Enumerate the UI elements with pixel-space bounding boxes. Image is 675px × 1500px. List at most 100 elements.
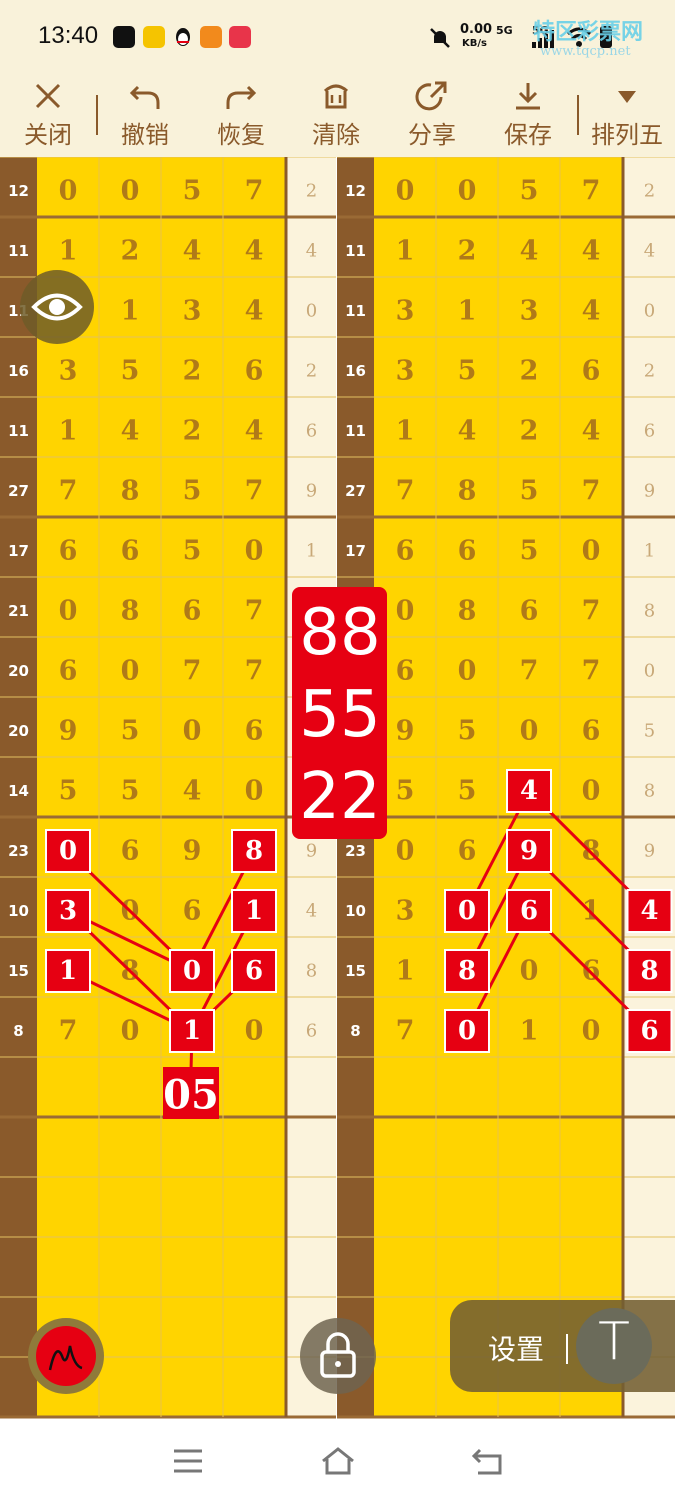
eye-toggle-button[interactable] (20, 270, 94, 344)
pen-scribble-icon (48, 1345, 83, 1371)
row-sum-label: 17 (8, 542, 29, 560)
digit-cell: 5 (458, 716, 477, 747)
fifth-digit-cell: 4 (306, 241, 317, 262)
row-sum-label: 27 (345, 482, 366, 500)
eye-icon (31, 293, 83, 321)
share-button[interactable]: 分享 (392, 79, 472, 150)
digit-cell: 1 (59, 236, 78, 267)
net-unit: KB/s (462, 38, 487, 49)
digit-cell: 4 (520, 236, 539, 267)
download-icon (516, 83, 540, 110)
digit-cell: 4 (183, 776, 202, 807)
row-sum-label: 11 (345, 302, 366, 320)
digit-cell: 6 (59, 536, 78, 567)
digit-cell: 4 (582, 416, 601, 447)
clear-button[interactable]: 清除 (296, 79, 376, 150)
close-button[interactable]: 关闭 (8, 79, 88, 150)
digit-cell: 6 (458, 836, 477, 867)
redo-label: 恢复 (217, 121, 265, 149)
share-label: 分享 (408, 121, 456, 149)
fifth-digit-cell: 4 (644, 241, 655, 262)
digit-cell: 6 (582, 716, 601, 747)
row-sum-label: 10 (8, 902, 29, 920)
row-sum-label: 11 (345, 422, 366, 440)
digit-cell: 0 (121, 176, 140, 207)
row-sum-label: 11 (8, 422, 29, 440)
digit-cell: 7 (245, 656, 264, 687)
digit-cell: 4 (245, 296, 264, 327)
marked-digit: 6 (520, 896, 538, 926)
digit-cell: 6 (458, 536, 477, 567)
row-sum-label: 8 (13, 1022, 23, 1040)
marked-digit: 9 (520, 836, 538, 866)
lock-button[interactable] (300, 1318, 376, 1394)
fifth-digit-cell: 9 (306, 841, 317, 862)
digit-cell: 7 (245, 476, 264, 507)
toolbar: 关闭 撤销 恢复 清除 分享 保存 排列五 (0, 75, 675, 157)
row-sum-label: 23 (8, 842, 29, 860)
digit-cell: 4 (245, 416, 264, 447)
digit-cell: 3 (520, 296, 539, 327)
number-chart[interactable]: 121111161127172120201423101580 0 5 71 2 4 41 3 4… (0, 157, 675, 1420)
marked-digit: 1 (183, 1016, 201, 1046)
digit-cell: 4 (582, 296, 601, 327)
redo-button[interactable]: 恢复 (201, 79, 281, 150)
digit-cell: 7 (582, 656, 601, 687)
red-app-icon (229, 26, 251, 48)
digit-cell: 5 (183, 176, 202, 207)
digit-cell: 5 (183, 476, 202, 507)
back-icon[interactable] (470, 1446, 504, 1476)
center-highlight-number: 55 (299, 678, 380, 752)
digit-cell: 4 (183, 236, 202, 267)
settings-panel: 设置 T (450, 1300, 675, 1392)
text-tool-icon: T (598, 1312, 630, 1372)
watermark: 特区彩票网 (533, 20, 644, 45)
fifth-digit-cell: 6 (306, 1021, 317, 1042)
digit-cell: 1 (59, 416, 78, 447)
watermark-url: www.tqcp.net (540, 44, 631, 59)
digit-cell: 9 (183, 836, 202, 867)
digit-cell: 6 (121, 536, 140, 567)
fifth-digit-cell: 1 (306, 541, 317, 562)
text-tool-button[interactable]: T (576, 1308, 652, 1384)
digit-cell: 0 (520, 956, 539, 987)
marked-digit: 6 (640, 1016, 658, 1046)
digit-cell: 5 (121, 716, 140, 747)
save-button[interactable]: 保存 (488, 79, 568, 150)
marked-digit: 3 (59, 896, 77, 926)
digit-cell: 6 (183, 596, 202, 627)
row-sum-label: 23 (345, 842, 366, 860)
digit-cell: 3 (59, 356, 78, 387)
result-number: 05 (163, 1072, 219, 1119)
digit-cell: 0 (245, 1016, 264, 1047)
digit-cell: 5 (121, 776, 140, 807)
lottery-type-dropdown[interactable]: 排列五 (585, 79, 669, 150)
lock-icon (320, 1332, 356, 1378)
marked-digit: 1 (245, 896, 263, 926)
digit-cell: 1 (396, 416, 415, 447)
menu-icon[interactable] (172, 1448, 204, 1474)
digit-cell: 1 (396, 236, 415, 267)
digit-cell: 9 (59, 716, 78, 747)
digit-cell: 2 (520, 356, 539, 387)
digit-cell: 6 (582, 356, 601, 387)
digit-cell: 8 (458, 596, 477, 627)
fifth-digit-cell: 0 (644, 301, 655, 322)
digit-cell: 5 (458, 776, 477, 807)
digit-cell: 7 (396, 476, 415, 507)
fifth-digit-cell: 8 (644, 601, 655, 622)
digit-cell: 0 (520, 716, 539, 747)
digit-cell: 5 (520, 176, 539, 207)
digit-cell: 6 (245, 716, 264, 747)
digit-cell: 6 (183, 896, 202, 927)
marked-digit: 1 (59, 956, 77, 986)
digit-cell: 7 (582, 176, 601, 207)
home-icon[interactable] (320, 1446, 356, 1476)
row-sum-label: 15 (8, 962, 29, 980)
settings-button[interactable]: 设置 (488, 1328, 544, 1368)
row-sum-label: 12 (8, 182, 29, 200)
undo-button[interactable]: 撤销 (105, 79, 185, 150)
pen-tool-button[interactable] (28, 1318, 104, 1394)
row-sum-label: 16 (345, 362, 366, 380)
digit-cell: 0 (396, 836, 415, 867)
